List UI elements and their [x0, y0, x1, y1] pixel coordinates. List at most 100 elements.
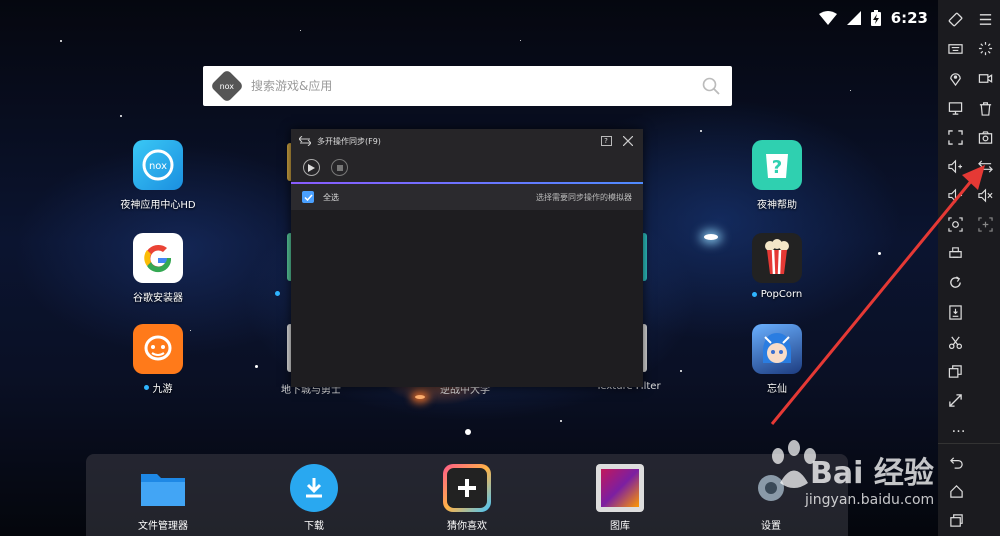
star: [300, 30, 301, 31]
select-all-row: 全选 选择需要同步操作的模拟器: [291, 184, 643, 210]
sync-arrows-icon: [299, 136, 311, 146]
status-bar: 6:23: [818, 8, 928, 28]
gallery-icon: [596, 464, 644, 512]
star: [60, 40, 62, 42]
sync-controls: [291, 153, 643, 182]
nox-app-center-icon: nox: [133, 140, 183, 190]
multi-window-icon: [948, 364, 962, 378]
sidebar-record-button[interactable]: [971, 66, 999, 90]
star: [850, 90, 851, 91]
sidebar-volume-up-button[interactable]: [941, 154, 969, 178]
apk-install-icon: [948, 304, 962, 320]
sidebar-loading-button[interactable]: [971, 36, 999, 60]
sidebar-mute-button[interactable]: [971, 183, 999, 207]
app-popcorn[interactable]: PopCorn: [722, 233, 832, 300]
dock-label: 图库: [610, 521, 630, 532]
svg-text:?: ?: [772, 157, 782, 178]
search-input[interactable]: [251, 79, 702, 93]
menu-icon: [979, 13, 991, 25]
logo-text: nox: [219, 81, 235, 91]
sidebar-delete-button[interactable]: [971, 96, 999, 120]
app-label: PopCorn: [760, 289, 803, 300]
download-icon: [290, 464, 338, 512]
star: [255, 365, 258, 368]
fullscreen-icon: [947, 129, 963, 145]
dock-file-manager[interactable]: 文件管理器: [118, 464, 208, 532]
video-camera-icon: [978, 73, 992, 83]
dock-label: 猜你喜欢: [447, 521, 487, 532]
select-all-label: 全选: [323, 192, 339, 202]
help-button[interactable]: ?: [599, 134, 613, 148]
printer-icon: [948, 246, 962, 258]
sidebar-keyboard-button[interactable]: [941, 36, 969, 60]
expand-icon: [948, 393, 962, 407]
sidebar-screen-button[interactable]: [941, 96, 969, 120]
glowing-star: [415, 395, 425, 399]
multi-instance-sync-dialog: 多开操作同步(F9) ? 全选 选择需要同步操作的模拟器: [291, 129, 643, 387]
volume-up-icon: [947, 159, 962, 173]
bright-star: [704, 234, 718, 240]
search-icon[interactable]: [702, 77, 720, 95]
svg-text:nox: nox: [149, 161, 167, 172]
star: [520, 40, 521, 41]
sidebar-location-button[interactable]: [941, 66, 969, 90]
start-sync-button[interactable]: [303, 159, 320, 176]
dock-recommend[interactable]: 猜你喜欢: [422, 464, 512, 532]
app-nox-app-center[interactable]: nox 夜神应用中心HD: [103, 140, 213, 211]
new-dot: [275, 291, 280, 296]
sidebar-fullscreen-button[interactable]: [941, 125, 969, 149]
monitor-icon: [948, 101, 962, 115]
star: [120, 115, 122, 117]
dock-label: 下载: [304, 521, 324, 532]
page-indicator: [465, 429, 471, 435]
baidu-jingyan-watermark: Bai 经验 jingyan.baidu.com: [760, 430, 960, 530]
add-screen-icon: [977, 216, 993, 232]
new-dot: [751, 292, 757, 297]
screenshot-icon: [947, 216, 963, 232]
folder-icon: [139, 464, 187, 512]
wifi-icon: [818, 11, 837, 25]
sidebar-screenshot-button[interactable]: [941, 212, 969, 236]
sidebar-rotate-button[interactable]: [941, 7, 969, 31]
star: [560, 420, 562, 422]
dock: 文件管理器 下载 猜你喜欢 图库 设置: [86, 454, 848, 536]
signal-icon: [846, 11, 861, 25]
app-nox-help[interactable]: ? 夜神帮助: [722, 140, 832, 211]
nox-logo-icon: nox: [210, 69, 244, 103]
sidebar-cut-button[interactable]: [941, 330, 969, 354]
select-all-checkbox[interactable]: [302, 191, 314, 203]
stop-sync-button[interactable]: [331, 159, 348, 176]
dialog-titlebar: 多开操作同步(F9) ?: [291, 129, 643, 153]
sidebar-install-apk-button[interactable]: [941, 300, 969, 324]
watermark-url: jingyan.baidu.com: [805, 492, 935, 508]
close-button[interactable]: [621, 134, 635, 148]
sidebar-refresh-button[interactable]: [941, 270, 969, 294]
sidebar-multi-window-button[interactable]: [941, 359, 969, 383]
stop-icon: [336, 164, 343, 171]
sidebar-volume-down-button[interactable]: [941, 183, 969, 207]
sidebar-resize-button[interactable]: [941, 388, 969, 412]
spinner-icon: [978, 41, 992, 55]
new-dot: [143, 385, 149, 390]
sidebar-menu-button[interactable]: [971, 7, 999, 31]
app-google-installer[interactable]: 谷歌安装器: [103, 233, 213, 304]
app-wangxian[interactable]: 忘仙: [722, 324, 832, 395]
clock: 6:23: [890, 9, 928, 27]
popcorn-icon: [752, 233, 802, 283]
sidebar-multi-sync-button[interactable]: [971, 154, 999, 178]
dock-download[interactable]: 下载: [269, 464, 359, 532]
app-label: 忘仙: [767, 384, 787, 395]
watermark-brand: Bai 经验: [810, 456, 934, 491]
star: [878, 252, 881, 255]
app-label: 谷歌安装器: [133, 293, 183, 304]
rotate-screen-icon: [948, 12, 962, 26]
sidebar-add-button[interactable]: [971, 212, 999, 236]
dock-gallery[interactable]: 图库: [575, 464, 665, 532]
volume-down-icon: [947, 188, 962, 202]
keyboard-icon: [947, 43, 963, 54]
sidebar-camera-button[interactable]: [971, 125, 999, 149]
app-jiuyou[interactable]: 九游: [103, 324, 213, 395]
search-bar[interactable]: nox: [203, 66, 732, 106]
sidebar-macro-button[interactable]: [941, 241, 969, 265]
wangxian-game-icon: [752, 324, 802, 374]
